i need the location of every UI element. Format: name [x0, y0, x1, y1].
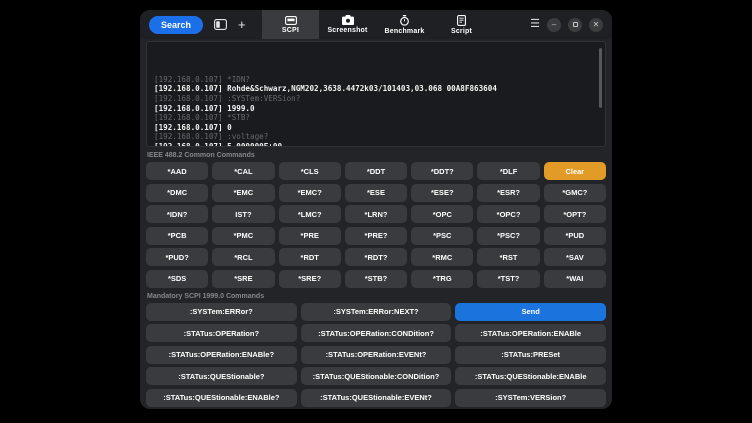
- section-title-mandatory-scpi: Mandatory SCPI 1999.0 Commands: [147, 293, 605, 300]
- command-button[interactable]: *SAV: [544, 248, 606, 266]
- terminal-icon: [285, 16, 297, 25]
- command-button[interactable]: :STATus:QUEStionable:ENABle: [455, 367, 606, 385]
- command-button[interactable]: *PSC: [411, 227, 473, 245]
- command-button[interactable]: *PRE?: [345, 227, 407, 245]
- tab-benchmark[interactable]: Benchmark: [376, 10, 433, 39]
- plus-icon: +: [238, 20, 246, 30]
- command-button[interactable]: IST?: [212, 205, 274, 223]
- tab-script[interactable]: Script: [433, 10, 490, 39]
- command-button[interactable]: :STATus:OPERation:CONDition?: [301, 324, 452, 342]
- terminal-scrollbar[interactable]: [599, 48, 602, 108]
- search-button[interactable]: Search: [149, 16, 203, 34]
- command-button[interactable]: *PCB: [146, 227, 208, 245]
- command-button[interactable]: *STB?: [345, 270, 407, 288]
- command-button[interactable]: :SYSTem:VERSion?: [455, 389, 606, 407]
- command-button[interactable]: *OPC: [411, 205, 473, 223]
- command-button[interactable]: *DLF: [477, 162, 539, 180]
- command-button[interactable]: :SYSTem:ERRor:NEXT?: [301, 303, 452, 321]
- command-button[interactable]: *GMC?: [544, 184, 606, 202]
- command-button[interactable]: *EMC?: [279, 184, 341, 202]
- command-button[interactable]: :STATus:QUEStionable:ENABle?: [146, 389, 297, 407]
- close-button[interactable]: ✕: [589, 18, 603, 32]
- command-button[interactable]: :STATus:OPERation:ENABle: [455, 324, 606, 342]
- ieee4882-command-grid: *AAD*CAL *CLS*DDT*DDT?*DLF Clear *DMC*EMC *E…: [146, 162, 606, 288]
- command-button[interactable]: :STATus:QUEStionable:CONDition?: [301, 367, 452, 385]
- window-controls: ☰ – ✕: [530, 18, 603, 32]
- command-button[interactable]: *LRN?: [345, 205, 407, 223]
- command-button[interactable]: *PSC?: [477, 227, 539, 245]
- command-button[interactable]: *OPT?: [544, 205, 606, 223]
- main-panel: [192.168.0.107] *IDN?[192.168.0.107] Roh…: [140, 39, 612, 409]
- command-button[interactable]: *TRG: [411, 270, 473, 288]
- tab-scpi[interactable]: SCPI: [262, 10, 319, 39]
- terminal-line-command: [192.168.0.107] :SYSTem:VERSion?: [154, 94, 598, 104]
- command-button[interactable]: *PMC: [212, 227, 274, 245]
- command-button[interactable]: *ESE?: [411, 184, 473, 202]
- command-button[interactable]: *ESE: [345, 184, 407, 202]
- camera-icon: [342, 15, 354, 25]
- terminal-line-command: [192.168.0.107] *STB?: [154, 113, 598, 123]
- command-button[interactable]: :STATus:OPERation?: [146, 324, 297, 342]
- mandatory-scpi-command-grid: :SYSTem:ERRor?:SYSTem:ERRor:NEXT?Send:ST…: [146, 303, 606, 407]
- command-button[interactable]: *SDS: [146, 270, 208, 288]
- command-button[interactable]: :STATus:PRESet: [455, 346, 606, 364]
- command-button[interactable]: *AAD: [146, 162, 208, 180]
- minimize-button[interactable]: –: [547, 18, 561, 32]
- command-button[interactable]: *RDT?: [345, 248, 407, 266]
- send-button[interactable]: Send: [455, 303, 606, 321]
- terminal-line-command: [192.168.0.107] :voltage?: [154, 132, 598, 142]
- command-button[interactable]: *CAL: [212, 162, 274, 180]
- command-button[interactable]: :STATus:QUEStionable:EVENt?: [301, 389, 452, 407]
- command-button[interactable]: *OPC?: [477, 205, 539, 223]
- terminal-line-response: [192.168.0.107] 0: [154, 123, 598, 133]
- command-button[interactable]: :STATus:OPERation:EVENt?: [301, 346, 452, 364]
- command-button[interactable]: :SYSTem:ERRor?: [146, 303, 297, 321]
- new-tab-button[interactable]: +: [238, 20, 246, 30]
- stopwatch-icon: [399, 15, 410, 26]
- titlebar: Search + SCPI: [140, 10, 612, 39]
- command-button[interactable]: *SRE?: [279, 270, 341, 288]
- clear-button[interactable]: Clear: [544, 162, 606, 180]
- sidebar-toggle-button[interactable]: [214, 19, 227, 30]
- tab-bar: SCPI Screenshot: [262, 10, 490, 39]
- tab-screenshot[interactable]: Screenshot: [319, 10, 376, 39]
- terminal-log[interactable]: [192.168.0.107] *IDN?[192.168.0.107] Roh…: [146, 41, 606, 147]
- hamburger-icon: ☰: [530, 18, 540, 30]
- command-button[interactable]: *CLS: [279, 162, 341, 180]
- command-button[interactable]: *PUD?: [146, 248, 208, 266]
- command-button[interactable]: :STATus:QUEStionable?: [146, 367, 297, 385]
- command-button[interactable]: :STATus:OPERation:ENABle?: [146, 346, 297, 364]
- command-button[interactable]: *RMC: [411, 248, 473, 266]
- terminal-line-response: [192.168.0.107] 1999.0: [154, 104, 598, 114]
- command-button[interactable]: *EMC: [212, 184, 274, 202]
- command-button[interactable]: *DDT?: [411, 162, 473, 180]
- menu-button[interactable]: ☰: [530, 19, 540, 30]
- command-button[interactable]: *DMC: [146, 184, 208, 202]
- script-icon: [457, 15, 466, 26]
- maximize-button[interactable]: [568, 18, 582, 32]
- command-button[interactable]: *RDT: [279, 248, 341, 266]
- command-button[interactable]: *RCL: [212, 248, 274, 266]
- terminal-line-response: [192.168.0.107] Rohde&Schwarz,NGM202,363…: [154, 84, 598, 94]
- app-window: Search + SCPI: [140, 10, 612, 409]
- command-button[interactable]: *PUD: [544, 227, 606, 245]
- command-button[interactable]: *LMC?: [279, 205, 341, 223]
- command-button[interactable]: *PRE: [279, 227, 341, 245]
- command-button[interactable]: *RST: [477, 248, 539, 266]
- command-button[interactable]: *ESR?: [477, 184, 539, 202]
- close-icon: ✕: [593, 21, 600, 29]
- terminal-line-response: [192.168.0.107] 5.000000E+00: [154, 142, 598, 147]
- minimize-icon: –: [552, 21, 556, 29]
- command-button[interactable]: *DDT: [345, 162, 407, 180]
- command-button[interactable]: *IDN?: [146, 205, 208, 223]
- sidebar-toggle-icon: [214, 19, 227, 30]
- command-button[interactable]: *SRE: [212, 270, 274, 288]
- command-button[interactable]: *TST?: [477, 270, 539, 288]
- command-button[interactable]: *WAI: [544, 270, 606, 288]
- section-title-ieee4882: IEEE 488.2 Common Commands: [147, 152, 605, 159]
- maximize-icon: [573, 22, 578, 27]
- terminal-line-command: [192.168.0.107] *IDN?: [154, 75, 598, 85]
